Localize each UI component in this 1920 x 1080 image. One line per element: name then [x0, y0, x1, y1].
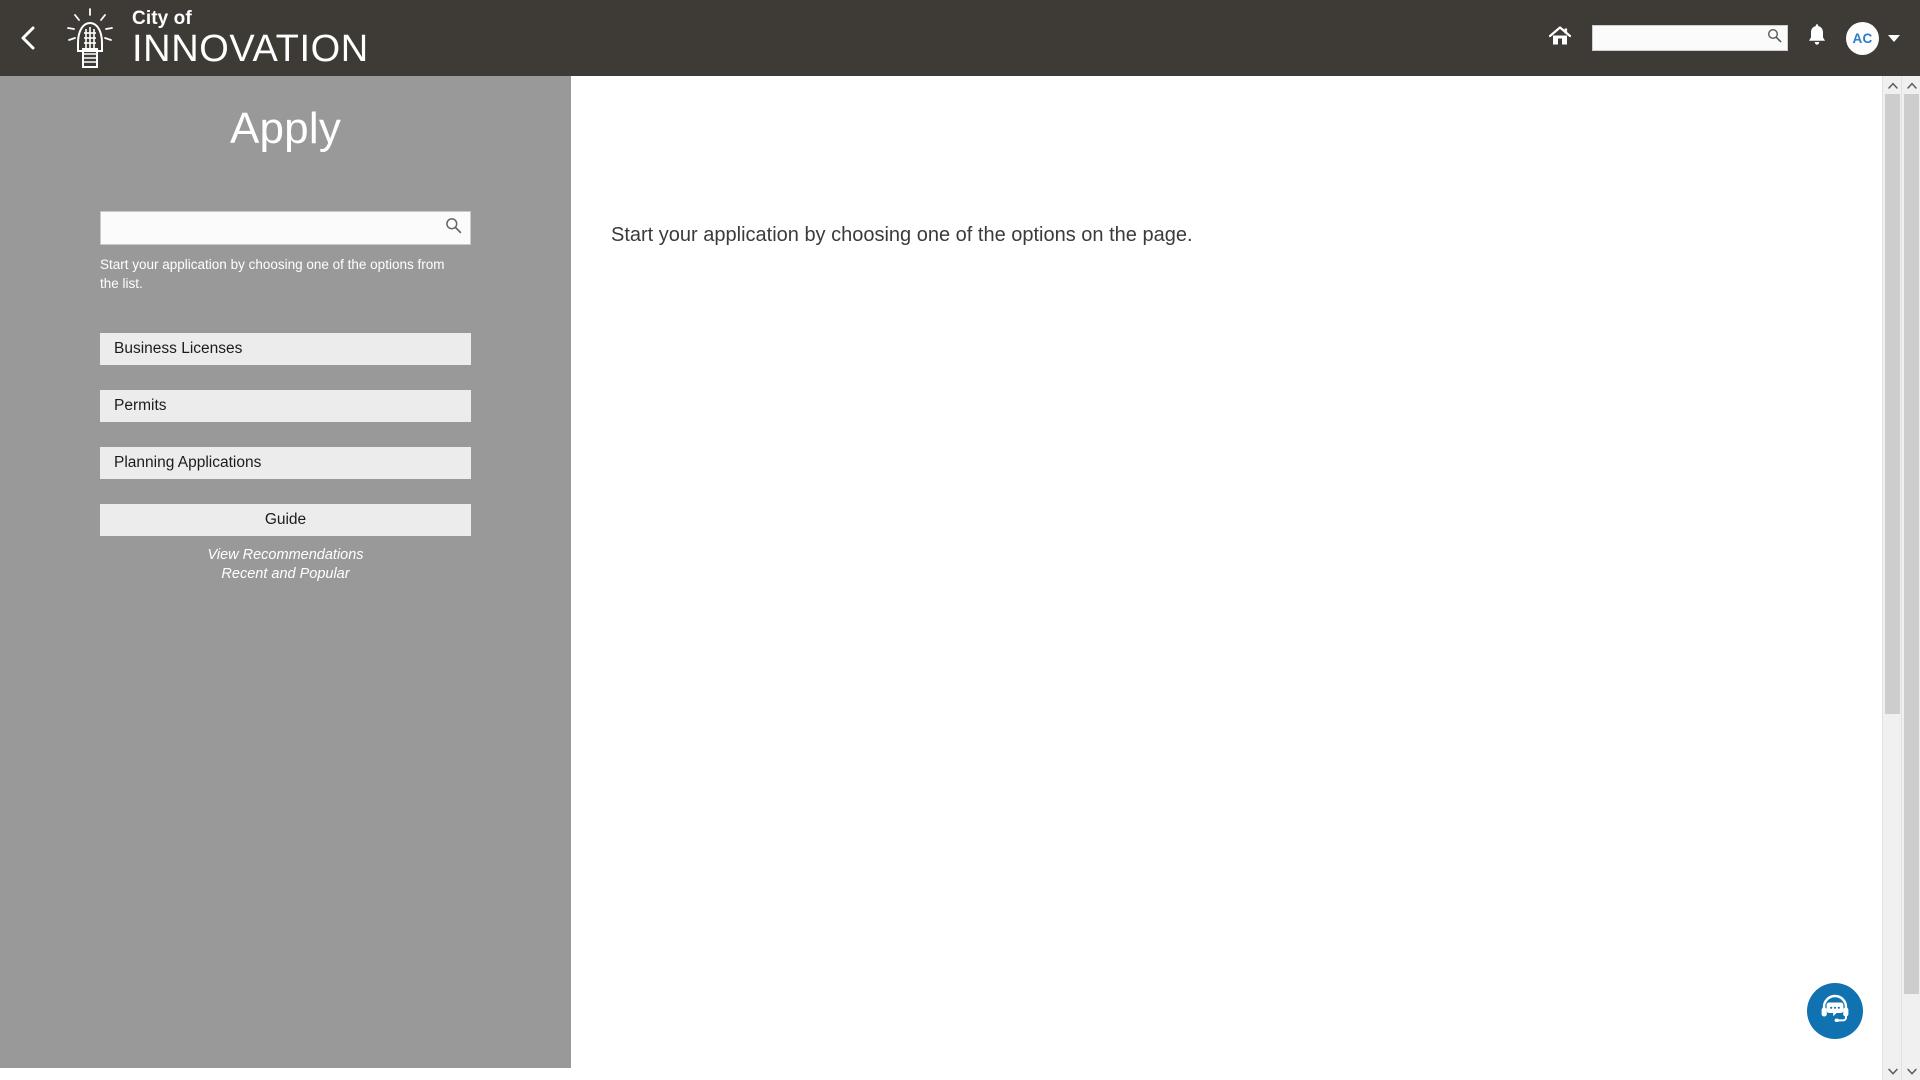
home-button[interactable] [1538, 16, 1582, 60]
option-guide[interactable]: Guide [100, 504, 471, 537]
user-menu[interactable]: AC [1846, 21, 1906, 55]
bell-icon [1807, 24, 1827, 52]
main-content: Start your application by choosing one o… [571, 76, 1896, 1080]
avatar: AC [1846, 21, 1879, 55]
panel-search [100, 211, 471, 245]
application-options-list: Business Licenses Permits Planning Appli… [100, 333, 471, 537]
option-planning-applications[interactable]: Planning Applications [100, 447, 471, 480]
main-instruction-text: Start your application by choosing one o… [611, 224, 1193, 246]
back-button[interactable] [0, 0, 56, 76]
headset-chat-icon [1819, 993, 1851, 1030]
back-chevron-icon [19, 24, 37, 52]
chevron-up-icon [1887, 76, 1898, 94]
notifications-button[interactable] [1796, 16, 1838, 60]
chevron-down-icon [1887, 1062, 1898, 1080]
home-icon [1548, 25, 1572, 52]
brand-lockup[interactable]: City of INNOVATION [62, 7, 369, 69]
header-search-input[interactable] [1592, 25, 1788, 51]
link-recent-and-popular[interactable]: Recent and Popular [100, 565, 471, 583]
header-search [1592, 25, 1788, 51]
page-body: Apply Start your application by choosing… [0, 76, 1920, 1080]
scroll-down-button[interactable] [1902, 1062, 1920, 1080]
app-header: City of INNOVATION AC [0, 0, 1920, 76]
panel-links: View Recommendations Recent and Popular [100, 546, 471, 583]
lightbulb-building-logo [62, 7, 118, 69]
link-view-recommendations[interactable]: View Recommendations [100, 546, 471, 564]
scroll-up-button[interactable] [1902, 76, 1920, 94]
apply-left-panel: Apply Start your application by choosing… [0, 76, 571, 1068]
chevron-down-icon [1888, 34, 1900, 42]
scroll-thumb[interactable] [1904, 94, 1919, 994]
header-actions: AC [1538, 0, 1906, 76]
option-business-licenses[interactable]: Business Licenses [100, 333, 471, 366]
chevron-down-icon [1906, 1062, 1917, 1080]
panel-helper-text: Start your application by choosing one o… [100, 257, 445, 292]
chat-support-button[interactable] [1807, 983, 1863, 1039]
browser-scrollbar[interactable] [1901, 76, 1920, 1080]
scroll-up-button[interactable] [1883, 76, 1902, 94]
scroll-down-button[interactable] [1883, 1062, 1902, 1080]
brand-innovation-label: INNOVATION [132, 27, 369, 70]
page-title: Apply [229, 104, 342, 153]
brand-city-label: City of [132, 7, 192, 29]
option-permits[interactable]: Permits [100, 390, 471, 423]
chevron-up-icon [1906, 76, 1917, 94]
content-scrollbar[interactable] [1882, 76, 1901, 1080]
panel-search-input[interactable] [100, 211, 471, 245]
scroll-thumb[interactable] [1885, 94, 1900, 714]
